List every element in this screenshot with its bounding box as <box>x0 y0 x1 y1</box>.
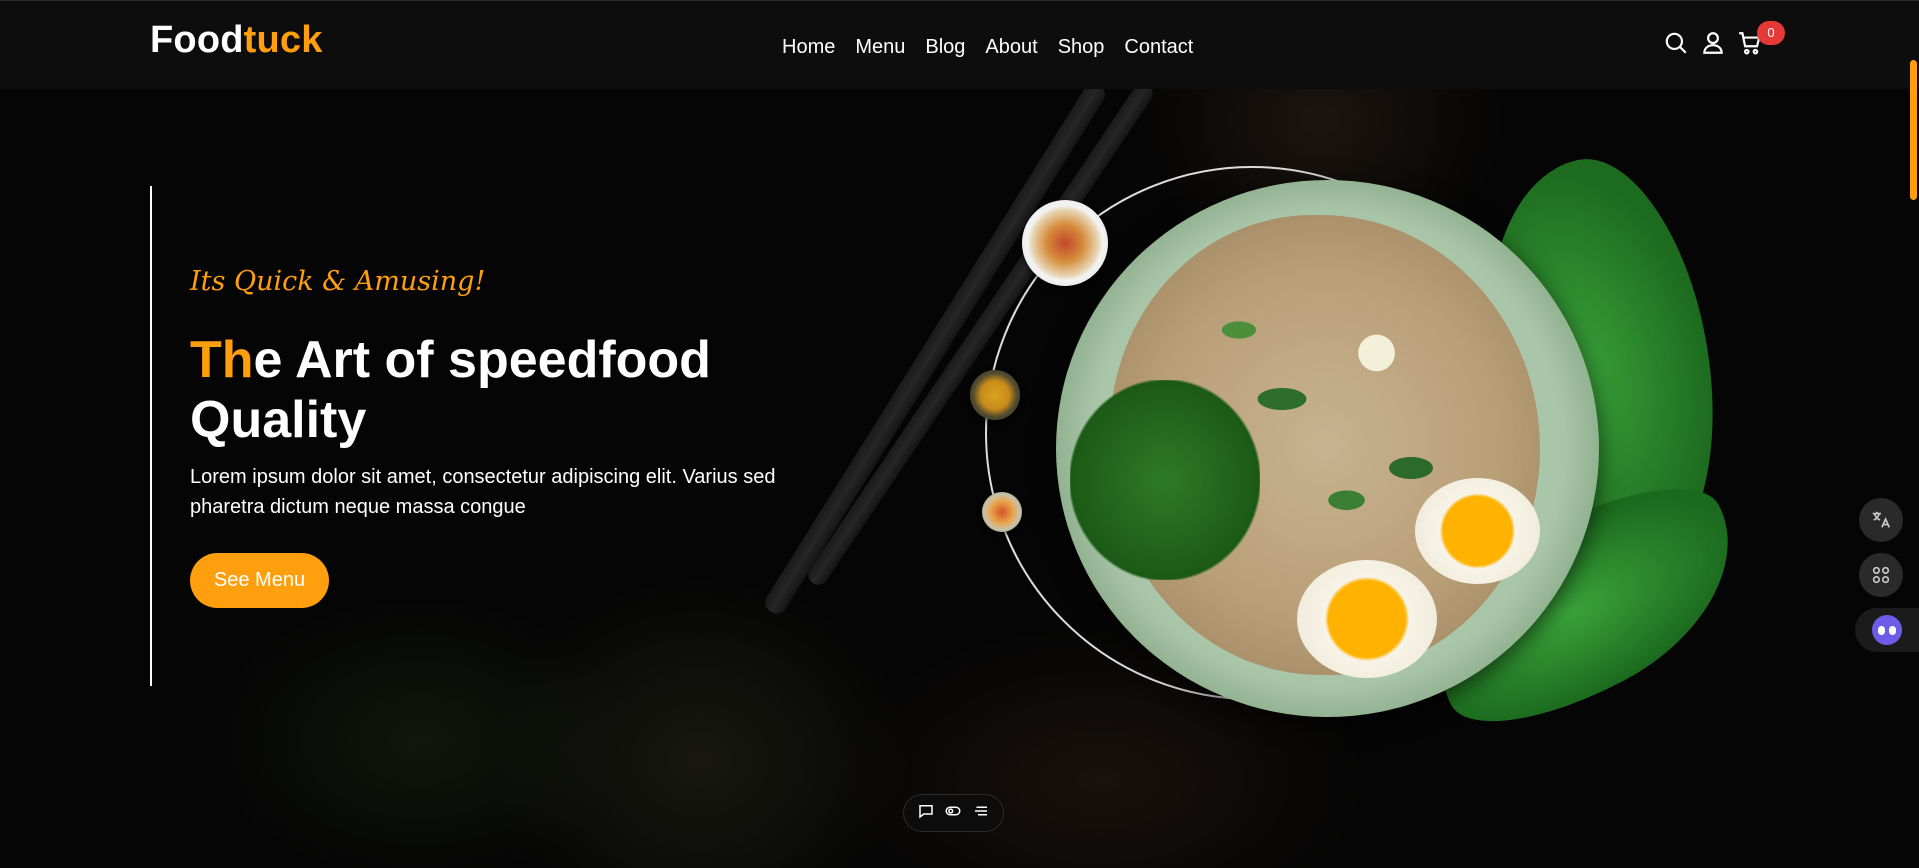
apps-icon[interactable] <box>1859 553 1903 597</box>
hero-divider-line <box>150 186 152 686</box>
search-icon[interactable] <box>1663 30 1689 56</box>
floating-mini-toolbar <box>903 794 1004 832</box>
headline-accent: Th <box>190 331 254 389</box>
toggle-icon[interactable] <box>944 802 962 824</box>
translate-icon[interactable] <box>1859 498 1903 542</box>
user-icon[interactable] <box>1700 30 1726 56</box>
cart-count-badge: 0 <box>1757 21 1785 45</box>
boiled-egg-image <box>1297 560 1437 678</box>
hero-headline: The Art of speedfood Quality <box>190 330 810 450</box>
hero-description: Lorem ipsum dolor sit amet, consectetur … <box>190 466 776 518</box>
main-nav: Home Menu Blog About Shop Contact <box>782 33 1213 61</box>
herbs-garnish-image <box>1070 380 1260 580</box>
page-scrollbar[interactable] <box>1907 0 1919 868</box>
site-logo[interactable]: Foodtuck <box>150 19 323 62</box>
see-menu-button[interactable]: See Menu <box>190 553 329 608</box>
nav-home[interactable]: Home <box>782 33 835 61</box>
site-header: Foodtuck Home Menu Blog About Shop Conta… <box>0 0 1919 89</box>
bot-avatar <box>1872 615 1902 645</box>
nav-shop[interactable]: Shop <box>1058 33 1105 61</box>
dish-thumbnail-2[interactable] <box>970 370 1020 420</box>
list-icon[interactable] <box>972 802 990 824</box>
nav-menu[interactable]: Menu <box>855 33 905 61</box>
headline-rest: e Art of speedfood Quality <box>190 331 711 449</box>
logo-part-food: Food <box>150 19 244 61</box>
boiled-egg-image <box>1415 478 1540 584</box>
nav-about[interactable]: About <box>985 33 1037 61</box>
dish-thumbnail-3[interactable] <box>982 492 1022 532</box>
hero-tagline: Its Quick & Amusing! <box>190 266 486 297</box>
dish-thumbnail-1[interactable] <box>1022 200 1108 286</box>
scrollbar-thumb[interactable] <box>1910 60 1917 200</box>
chat-icon[interactable] <box>917 802 935 824</box>
logo-part-tuck: tuck <box>243 19 323 61</box>
nav-blog[interactable]: Blog <box>925 33 965 61</box>
nav-contact[interactable]: Contact <box>1124 33 1193 61</box>
